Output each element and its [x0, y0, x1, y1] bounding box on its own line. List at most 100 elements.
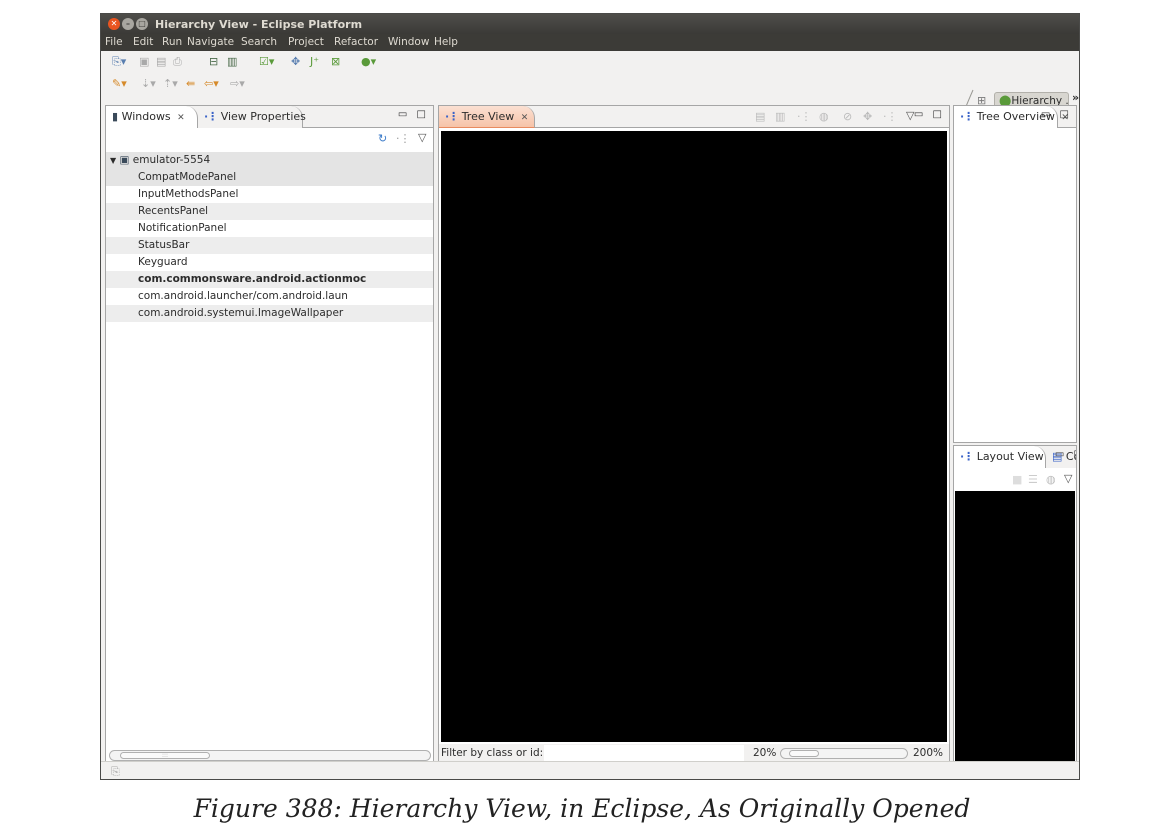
next-annotation-icon[interactable]: ⇣▾	[141, 77, 156, 91]
tree-tab-row: ·⋮ Tree View ✕ ▤ ▥ ·⋮ ◍ ⊘ ✥ ·⋮ ▽ ▭ □	[439, 106, 949, 128]
close-window-button[interactable]: ✕	[108, 18, 120, 30]
window-row[interactable]: InputMethodsPanel	[106, 186, 433, 203]
new-icon[interactable]: ⎘▾	[112, 55, 126, 69]
window-row[interactable]: com.commonsware.android.actionmoc	[106, 271, 433, 288]
maximize-window-button[interactable]: □	[136, 18, 148, 30]
device-row[interactable]: ▼ ▣ emulator-5554	[106, 152, 433, 169]
horizontal-scrollbar[interactable]: :::	[109, 750, 431, 761]
expand-triangle-icon[interactable]: ▼	[110, 156, 116, 165]
print-icon[interactable]: ⎙	[173, 55, 182, 69]
window-row[interactable]: NotificationPanel	[106, 220, 433, 237]
dump-displaylist-icon[interactable]: ·⋮	[883, 110, 898, 123]
fast-view-icon[interactable]: ⎘	[111, 765, 120, 779]
device-label: emulator-5554	[132, 154, 211, 166]
tree-overview-panel: ·⋮ Tree Overview ✕ ▭ □	[953, 105, 1077, 443]
secondary-toolbar: ✎▾ ⇣▾ ⇡▾ ⇚ ⇦▾ ⇨▾	[101, 74, 1079, 96]
window-row[interactable]: StatusBar	[106, 237, 433, 254]
new-project-icon[interactable]: ✥	[291, 55, 300, 69]
layout-view-canvas[interactable]	[955, 491, 1075, 764]
window-label: NotificationPanel	[138, 222, 227, 234]
view-menu-icon[interactable]: ▽	[418, 131, 426, 144]
lint-icon[interactable]: ☑▾	[259, 55, 274, 69]
load-all-views-icon[interactable]: ☰	[1028, 473, 1038, 486]
figure-caption: Figure 388: Hierarchy View, in Eclipse, …	[193, 794, 971, 823]
new-xml-icon[interactable]: ⊠	[331, 55, 340, 69]
layout-tab-row: ·⋮ Layout View ✕ ▤ Console ▭ □	[954, 446, 1076, 468]
run-icon[interactable]: ●▾	[361, 55, 376, 69]
window-row[interactable]: RecentsPanel	[106, 203, 433, 220]
close-icon[interactable]: ✕	[521, 113, 529, 123]
window-label: Keyguard	[138, 256, 188, 268]
overview-tab-row: ·⋮ Tree Overview ✕ ▭ □	[954, 106, 1076, 128]
windows-panel: ▮ Windows ✕ ·⋮ View Properties ▭ □ ↻ ·⋮ …	[105, 105, 434, 765]
layout-view-panel: ·⋮ Layout View ✕ ▤ Console ▭ □ ■ ☰ ◍ ▽	[953, 445, 1077, 765]
zoom-max-label: 200%	[913, 747, 944, 759]
minimize-window-button[interactable]: –	[122, 18, 134, 30]
on-black-icon[interactable]: ◍	[1046, 473, 1056, 486]
main-toolbar: ⎘▾ ▣ ▤ ⎙ ⊟ ▥ ☑▾ ✥ J⁺ ⊠ ●▾ ⊞ ⬤Hierarchy .…	[101, 51, 1079, 133]
capture-layers-icon[interactable]: ▥	[775, 110, 785, 123]
zoom-slider-thumb[interactable]	[789, 750, 819, 757]
tab-tree-view[interactable]: ·⋮ Tree View ✕	[439, 106, 535, 128]
minimize-maximize-icons[interactable]: ▭ □	[1041, 109, 1072, 120]
window-row[interactable]: CompatModePanel	[106, 169, 433, 186]
load-view-hierarchy-icon[interactable]: ·⋮	[797, 110, 812, 123]
menu-edit[interactable]: Edit	[133, 36, 153, 48]
display-view-icon[interactable]: ◍	[819, 110, 829, 123]
menu-search[interactable]: Search	[241, 36, 277, 48]
window-row[interactable]: com.android.systemui.ImageWallpaper	[106, 305, 433, 322]
new-java-class-icon[interactable]: J⁺	[310, 55, 319, 69]
menu-window[interactable]: Window	[388, 36, 429, 48]
minimize-maximize-icons[interactable]: ▭ □	[914, 109, 945, 120]
menu-project[interactable]: Project	[288, 36, 324, 48]
minimize-maximize-icons[interactable]: ▭ □	[1055, 449, 1076, 460]
device-icon: ▮	[112, 110, 119, 123]
sdk-manager-icon[interactable]: ⊟	[209, 55, 218, 69]
invalidate-icon[interactable]: ⊘	[843, 110, 852, 123]
save-icon[interactable]: ▣	[139, 55, 149, 69]
zoom-min-label: 20%	[753, 747, 777, 759]
hierarchy-icon: ·⋮	[204, 110, 218, 123]
menu-refactor[interactable]: Refactor	[334, 36, 378, 48]
menu-navigate[interactable]: Navigate	[187, 36, 234, 48]
window-label: com.android.systemui.ImageWallpaper	[138, 307, 344, 319]
pin-icon[interactable]: ✎▾	[112, 77, 127, 91]
save-all-icon[interactable]: ▤	[156, 55, 166, 69]
window-row[interactable]: Keyguard	[106, 254, 433, 271]
request-layout-icon[interactable]: ✥	[863, 110, 872, 123]
filter-input[interactable]	[544, 745, 744, 762]
menu-help[interactable]: Help	[434, 36, 458, 48]
close-icon[interactable]: ✕	[177, 113, 185, 123]
title-bar: ✕ – □ Hierarchy View - Eclipse Platform	[101, 14, 1079, 34]
show-extras-icon[interactable]: ■	[1012, 473, 1022, 486]
save-png-icon[interactable]: ▤	[755, 110, 765, 123]
tab-windows[interactable]: ▮ Windows ✕	[106, 106, 198, 128]
menu-bar: File Edit Run Navigate Search Project Re…	[101, 34, 1079, 51]
status-bar: ⎘	[101, 761, 1079, 779]
scrollbar-thumb[interactable]: :::	[120, 752, 210, 759]
window-label: RecentsPanel	[138, 205, 209, 217]
prev-annotation-icon[interactable]: ⇡▾	[163, 77, 178, 91]
device-window-tree: ▼ ▣ emulator-5554 CompatModePanel InputM…	[106, 152, 433, 322]
refresh-icon[interactable]: ↻	[378, 132, 387, 145]
hierarchy-icon: ·⋮	[960, 450, 974, 463]
tab-layout-view[interactable]: ·⋮ Layout View ✕	[954, 446, 1058, 468]
forward-icon[interactable]: ⇨▾	[230, 77, 245, 91]
window-label: CompatModePanel	[138, 171, 237, 183]
tab-label: View Properties	[220, 110, 306, 123]
menu-run[interactable]: Run	[162, 36, 182, 48]
back-icon[interactable]: ⇦▾	[204, 77, 219, 91]
window-label: StatusBar	[138, 239, 190, 251]
window-row[interactable]: com.android.launcher/com.android.laun	[106, 288, 433, 305]
load-hierarchy-icon[interactable]: ·⋮	[396, 132, 411, 145]
zoom-slider[interactable]	[780, 748, 908, 759]
eclipse-window: ✕ – □ Hierarchy View - Eclipse Platform …	[100, 13, 1080, 780]
tab-view-properties[interactable]: ·⋮ View Properties	[198, 106, 306, 128]
tree-view-canvas[interactable]	[441, 131, 947, 742]
windows-tab-row: ▮ Windows ✕ ·⋮ View Properties ▭ □	[106, 106, 433, 128]
minimize-maximize-icons[interactable]: ▭ □	[398, 109, 429, 120]
last-edit-icon[interactable]: ⇚	[186, 77, 195, 91]
menu-file[interactable]: File	[105, 36, 123, 48]
view-menu-icon[interactable]: ▽	[1064, 472, 1072, 485]
avd-manager-icon[interactable]: ▥	[227, 55, 237, 69]
